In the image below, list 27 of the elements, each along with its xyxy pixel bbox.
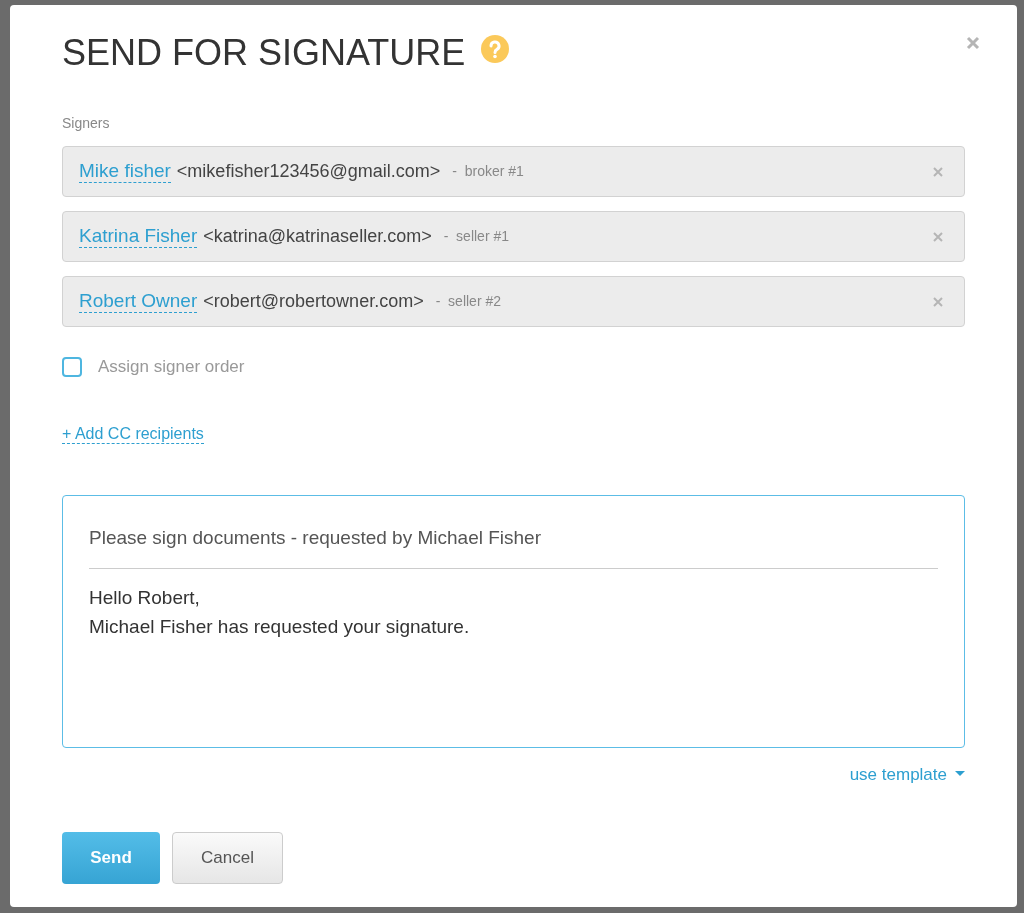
message-line: Hello Robert, (89, 586, 201, 610)
add-cc-link[interactable]: + Add CC recipients (62, 423, 204, 444)
help-icon[interactable] (481, 35, 510, 63)
close-icon[interactable] (965, 35, 981, 51)
message-line: Michael Fisher has requested your signature. (89, 615, 471, 639)
subject-field[interactable]: Please sign documents - requested by Michael Fisher (89, 523, 938, 569)
send-button[interactable]: Send (62, 832, 160, 884)
signer-role: - seller #2 (435, 292, 502, 311)
signer-name-link[interactable]: Katrina Fisher (79, 225, 198, 248)
signer-role: - seller #1 (443, 227, 509, 246)
cancel-button[interactable]: Cancel (172, 832, 283, 884)
signer-email: <mikefisher123456@gmail.com> (176, 160, 441, 183)
signer-email: <robert@robertowner.com> (203, 290, 424, 313)
signer-name-link[interactable]: Mike fisher (79, 160, 171, 183)
use-template-dropdown[interactable]: use template (849, 761, 965, 787)
signer-role: - broker #1 (452, 162, 524, 181)
checkbox[interactable] (62, 356, 82, 377)
checkbox-label: Assign signer order (98, 356, 245, 378)
remove-icon[interactable] (932, 165, 944, 178)
caret-icon (955, 771, 965, 778)
remove-icon[interactable] (932, 295, 944, 308)
remove-icon[interactable] (932, 230, 944, 243)
dialog-title: SEND FOR SIGNATURE (62, 31, 466, 75)
signer-name-link[interactable]: Robert Owner (79, 290, 198, 313)
message-field[interactable]: Please sign documents - requested by Michael Fisher Hello Robert, Michael Fisher has requested your signature. (62, 494, 965, 748)
signers-label: Signers (62, 114, 111, 133)
signer-email: <katrina@katrinaseller.com> (203, 225, 432, 248)
